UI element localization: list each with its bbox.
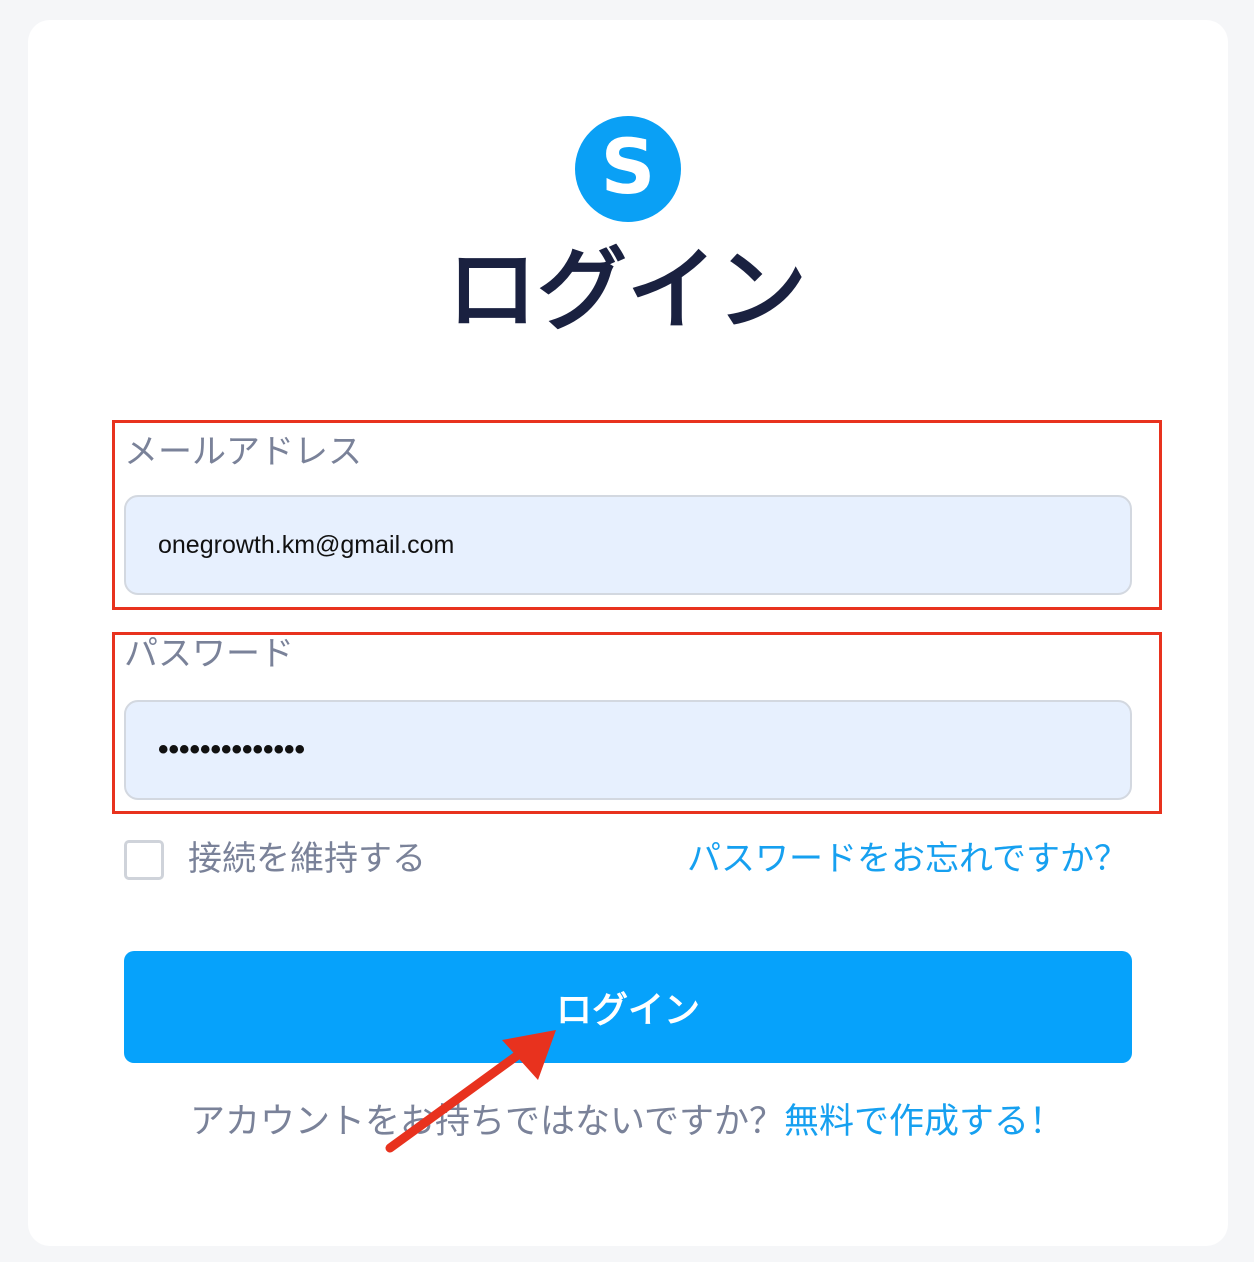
password-field[interactable]: •••••••••••••• xyxy=(124,700,1132,800)
page-title: ログイン xyxy=(447,238,807,343)
signup-question: アカウントをお持ちではないですか？ xyxy=(190,1102,784,1142)
login-button[interactable]: ログイン xyxy=(124,951,1132,1063)
email-value: onegrowth.km@gmail.com xyxy=(158,530,455,559)
logo-letter: S xyxy=(600,122,656,211)
email-field[interactable]: onegrowth.km@gmail.com xyxy=(124,495,1132,595)
remember-checkbox[interactable] xyxy=(124,840,164,880)
signup-row: アカウントをお持ちではないですか？無料で作成する！ xyxy=(0,1100,1254,1144)
password-value: •••••••••••••• xyxy=(158,733,306,766)
password-label: パスワード xyxy=(124,634,294,674)
remember-label: 接続を維持する xyxy=(188,839,426,879)
forgot-password-link[interactable]: パスワードをお忘れですか？ xyxy=(687,838,1128,880)
email-label: メールアドレス xyxy=(124,432,362,472)
login-button-label: ログイン xyxy=(555,990,700,1031)
signup-link[interactable]: 無料で作成する！ xyxy=(784,1102,1064,1142)
logo: S xyxy=(575,116,681,222)
